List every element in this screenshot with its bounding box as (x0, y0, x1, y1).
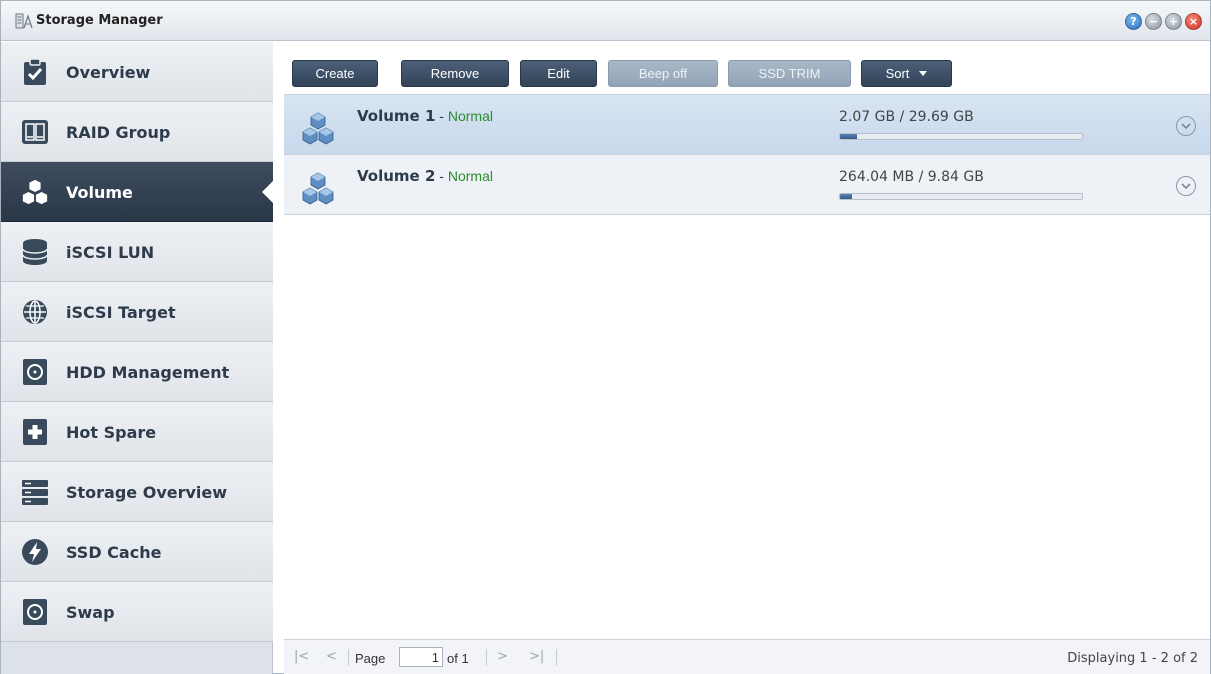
expand-chevron-icon[interactable] (1176, 116, 1196, 136)
sidebar-item-iscsi-lun[interactable]: iSCSI LUN (1, 222, 273, 282)
volume-name: Volume 2 (357, 167, 436, 185)
sidebar-item-label: Swap (66, 603, 115, 622)
expand-chevron-icon[interactable] (1176, 176, 1196, 196)
swap-disk-icon (21, 598, 49, 626)
sidebar-item-label: iSCSI LUN (66, 243, 155, 262)
storage-manager-app-icon (15, 13, 33, 29)
database-icon (21, 238, 49, 266)
sidebar-item-iscsi-target[interactable]: iSCSI Target (1, 282, 273, 342)
prev-page-icon[interactable]: < (326, 649, 337, 664)
storage-manager-window: Storage Manager ? − + × Overview RAID Gr… (0, 0, 1211, 674)
last-page-icon[interactable]: >| (529, 649, 544, 664)
sort-button[interactable]: Sort (861, 60, 952, 87)
cubes-icon (21, 178, 49, 206)
sidebar-item-label: Storage Overview (66, 483, 228, 502)
list-item[interactable]: Volume 1 - Normal 2.07 GB / 29.69 GB (284, 95, 1210, 155)
volume-usage-fill (840, 194, 853, 199)
sidebar-item-raid-group[interactable]: RAID Group (1, 102, 273, 162)
volume-title: Volume 2 - Normal (357, 167, 493, 185)
hot-spare-icon (21, 418, 49, 446)
sidebar-item-label: SSD Cache (66, 543, 162, 562)
sidebar-item-swap[interactable]: Swap (1, 582, 273, 642)
active-indicator (262, 180, 274, 204)
window-title: Storage Manager (36, 13, 163, 28)
volume-usage-text: 2.07 GB / 29.69 GB (839, 109, 974, 125)
minimize-icon[interactable]: − (1145, 13, 1162, 30)
hdd-icon (21, 358, 49, 386)
sidebar-item-storage-overview[interactable]: Storage Overview (1, 462, 273, 522)
page-number-input[interactable] (399, 647, 443, 667)
sidebar-item-label: iSCSI Target (66, 303, 176, 322)
sidebar-item-label: Volume (66, 183, 133, 202)
sidebar-item-label: Hot Spare (66, 423, 157, 442)
volume-usage-text: 264.04 MB / 9.84 GB (839, 169, 984, 185)
main-panel: Create Remove Edit Beep off SSD TRIM Sor… (284, 42, 1210, 674)
cubes-icon (302, 112, 334, 145)
window-controls: ? − + × (1125, 13, 1202, 30)
raid-group-icon (21, 118, 49, 146)
volume-status: Normal (447, 168, 493, 184)
create-button[interactable]: Create (292, 60, 378, 87)
maximize-icon[interactable]: + (1165, 13, 1182, 30)
sidebar: Overview RAID Group Volume iSCSI LUN iSC… (1, 42, 274, 674)
title-bar: Storage Manager ? − + × (1, 1, 1210, 41)
sidebar-item-overview[interactable]: Overview (1, 42, 273, 102)
list-item[interactable]: Volume 2 - Normal 264.04 MB / 9.84 GB (284, 155, 1210, 215)
volume-status: Normal (447, 108, 493, 124)
pagination-divider (486, 649, 487, 666)
page-label: Page (355, 651, 386, 666)
first-page-icon[interactable]: |< (294, 649, 309, 664)
pagination-divider (348, 649, 349, 666)
volume-list: Volume 1 - Normal 2.07 GB / 29.69 GB Vol… (284, 94, 1210, 639)
ssd-trim-button[interactable]: SSD TRIM (728, 60, 851, 87)
volume-usage-fill (840, 134, 857, 139)
volume-separator: - (435, 168, 448, 184)
sidebar-item-volume[interactable]: Volume (1, 162, 274, 222)
volume-usage-bar (839, 193, 1083, 200)
volume-title: Volume 1 - Normal (357, 107, 493, 125)
pagination-bar: |< < Page of 1 > >| Displaying 1 - 2 of … (284, 639, 1210, 674)
clipboard-check-icon (21, 58, 49, 86)
pagination-divider (556, 649, 557, 666)
sidebar-item-label: RAID Group (66, 123, 171, 142)
sidebar-item-label: Overview (66, 63, 151, 82)
cubes-icon (302, 172, 334, 205)
sidebar-item-hot-spare[interactable]: Hot Spare (1, 402, 273, 462)
next-page-icon[interactable]: > (497, 649, 508, 664)
sidebar-item-ssd-cache[interactable]: SSD Cache (1, 522, 273, 582)
lightning-icon (21, 538, 49, 566)
close-icon[interactable]: × (1185, 13, 1202, 30)
edit-button[interactable]: Edit (520, 60, 597, 87)
server-rack-icon (21, 478, 49, 506)
chevron-down-icon (919, 71, 928, 76)
globe-icon (21, 298, 49, 326)
volume-name: Volume 1 (357, 107, 436, 125)
sidebar-item-label: HDD Management (66, 363, 230, 382)
help-icon[interactable]: ? (1125, 13, 1142, 30)
volume-usage-bar (839, 133, 1083, 140)
sidebar-item-hdd-management[interactable]: HDD Management (1, 342, 273, 402)
remove-button[interactable]: Remove (401, 60, 509, 87)
page-total-label: of 1 (447, 651, 469, 666)
displaying-count: Displaying 1 - 2 of 2 (1067, 651, 1198, 666)
sort-button-label: Sort (885, 66, 910, 81)
volume-separator: - (435, 108, 448, 124)
beep-off-button[interactable]: Beep off (608, 60, 718, 87)
